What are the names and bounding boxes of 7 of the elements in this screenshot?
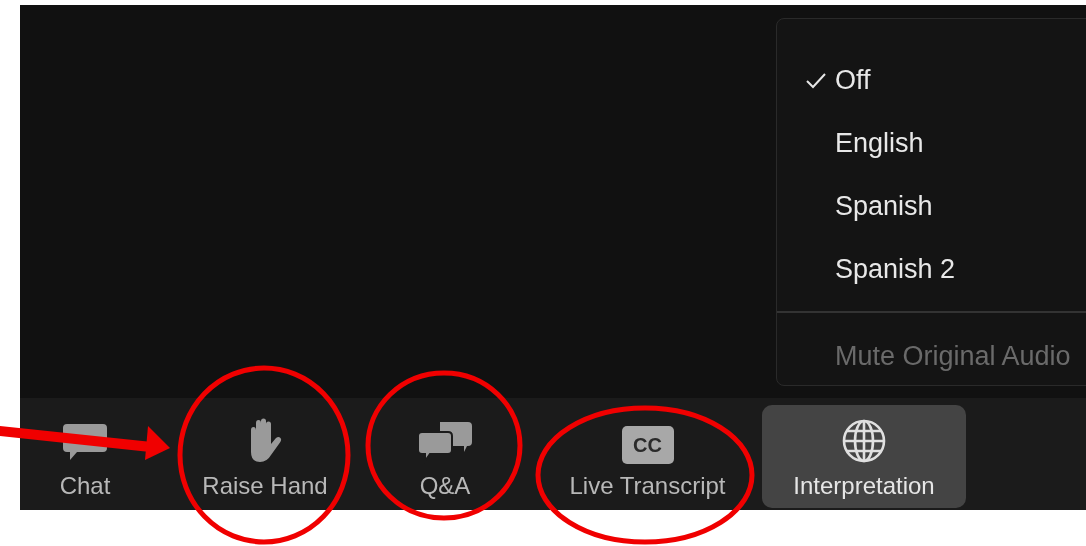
menu-option[interactable]: Spanish 2 (777, 238, 1086, 301)
menu-option[interactable]: Off (777, 49, 1086, 112)
menu-option[interactable]: Spanish (777, 175, 1086, 238)
menu-option[interactable]: English (777, 112, 1086, 175)
globe-icon (841, 418, 887, 464)
interpretation-button[interactable]: Interpretation (762, 405, 966, 508)
closed-captions-icon: CC (621, 426, 674, 464)
